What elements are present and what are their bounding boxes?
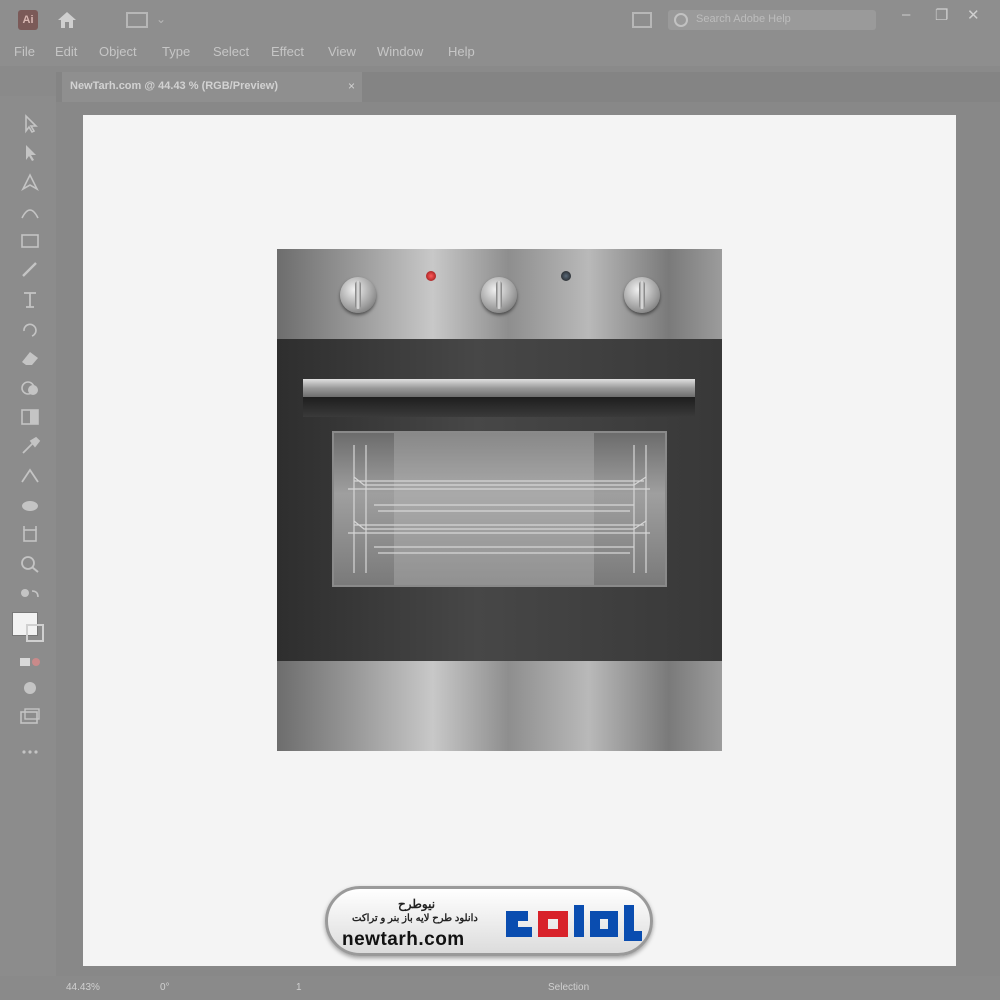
oven-indicator-red xyxy=(426,271,436,281)
menu-edit[interactable]: Edit xyxy=(55,44,77,59)
oven-window xyxy=(332,431,667,587)
watermark-badge: نیوطرح دانلود طرح لایه باز بنر و تراکت n… xyxy=(325,886,653,956)
oven-knob-left xyxy=(340,277,376,313)
oven-indicator-dark xyxy=(561,271,571,281)
document-tab-label: NewTarh.com @ 44.43 % (RGB/Preview) xyxy=(70,80,278,92)
oven-drawer xyxy=(277,661,722,751)
menu-help[interactable]: Help xyxy=(448,44,475,59)
menu-file[interactable]: File xyxy=(14,44,35,59)
home-icon[interactable] xyxy=(56,10,78,30)
eraser-tool-icon[interactable] xyxy=(18,348,42,368)
menu-bar xyxy=(0,40,1000,66)
app-logo-icon[interactable]: Ai xyxy=(18,10,38,30)
eyedropper-tool-icon[interactable] xyxy=(18,436,42,456)
help-search-input[interactable]: Search Adobe Help xyxy=(668,10,876,30)
symbol-sprayer-tool-icon[interactable] xyxy=(18,495,42,515)
brush-tool-icon[interactable] xyxy=(18,260,42,280)
direct-selection-tool-icon[interactable] xyxy=(18,143,42,163)
close-window-button[interactable]: ✕ xyxy=(967,6,980,24)
watermark-url: newtarh.com xyxy=(342,929,465,950)
type-tool-icon[interactable] xyxy=(18,290,42,310)
color-mode-icon[interactable] xyxy=(18,652,42,672)
more-tools-icon[interactable] xyxy=(18,742,42,762)
artboard-tool-icon[interactable] xyxy=(18,524,42,544)
pen-tool-icon[interactable] xyxy=(18,172,42,192)
selection-tool-icon[interactable] xyxy=(18,114,42,134)
menu-object[interactable]: Object xyxy=(99,44,137,59)
oven-knob-center xyxy=(481,277,517,313)
draw-mode-icon[interactable] xyxy=(18,678,42,698)
search-icon xyxy=(674,13,688,27)
oven-knob-right xyxy=(624,277,660,313)
zoom-level[interactable]: 44.43% xyxy=(66,982,100,993)
oven-racks xyxy=(348,433,650,585)
newtarh-logo-icon xyxy=(506,905,642,941)
zoom-tool-icon[interactable] xyxy=(18,554,42,574)
screen-mode-icon[interactable] xyxy=(18,706,42,726)
menu-select[interactable]: Select xyxy=(213,44,249,59)
rotation-angle[interactable]: 0° xyxy=(160,982,170,993)
curvature-tool-icon[interactable] xyxy=(18,202,42,222)
oven-handle-shadow xyxy=(303,397,695,417)
maximize-button[interactable]: ❐ xyxy=(935,6,948,24)
blend-tool-icon[interactable] xyxy=(18,466,42,486)
menu-type[interactable]: Type xyxy=(162,44,190,59)
menu-view[interactable]: View xyxy=(328,44,356,59)
watermark-subtitle: دانلود طرح لایه باز بنر و تراکت xyxy=(352,913,478,924)
workspace-switcher-icon[interactable] xyxy=(126,12,148,28)
artboard-number[interactable]: 1 xyxy=(296,982,302,993)
current-tool-label: Selection xyxy=(548,982,590,993)
close-tab-icon[interactable]: × xyxy=(348,79,355,93)
menu-effect[interactable]: Effect xyxy=(271,44,304,59)
document-tab[interactable]: NewTarh.com @ 44.43 % (RGB/Preview) × xyxy=(62,72,362,102)
menu-window[interactable]: Window xyxy=(377,44,423,59)
watermark-title: نیوطرح xyxy=(398,897,436,911)
status-bar xyxy=(56,976,1000,1000)
rectangle-tool-icon[interactable] xyxy=(18,231,42,251)
gradient-tool-icon[interactable] xyxy=(18,407,42,427)
search-placeholder: Search Adobe Help xyxy=(696,13,791,25)
oven-door-handle xyxy=(303,379,695,397)
rotate-tool-icon[interactable] xyxy=(18,319,42,339)
oven-illustration[interactable] xyxy=(277,249,722,751)
chevron-down-icon[interactable]: ⌄ xyxy=(156,12,166,26)
minimize-button[interactable]: – xyxy=(902,6,910,23)
shape-builder-tool-icon[interactable] xyxy=(18,378,42,398)
swap-colors-icon[interactable] xyxy=(18,585,42,605)
arrange-documents-icon[interactable] xyxy=(632,12,652,28)
stroke-color-swatch[interactable] xyxy=(26,624,44,642)
